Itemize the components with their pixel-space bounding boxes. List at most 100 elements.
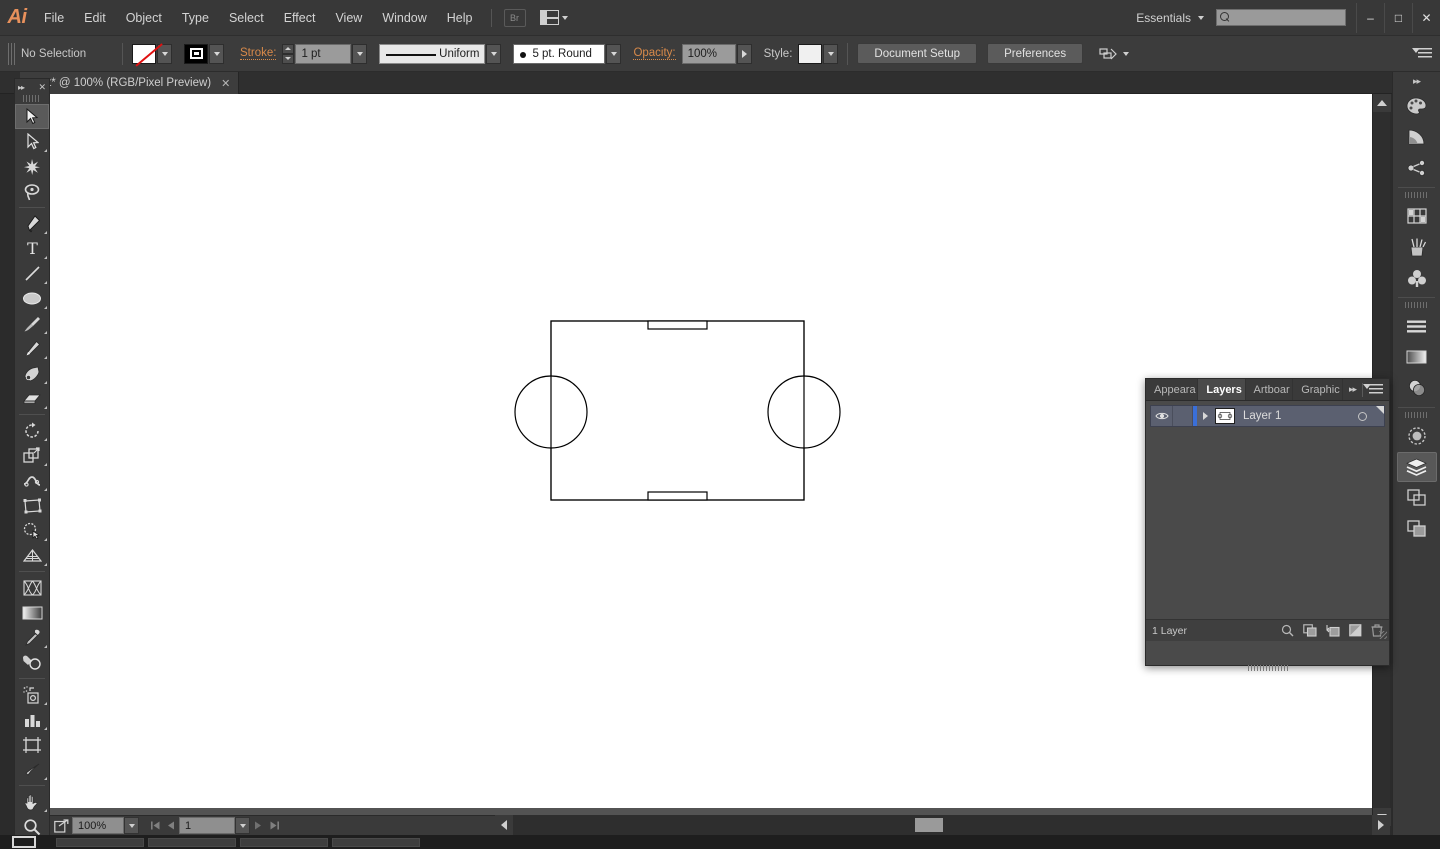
tab-appearance[interactable]: Appeara (1146, 379, 1199, 400)
align-panel-icon[interactable] (1397, 311, 1437, 341)
asset-export-panel-icon[interactable] (1397, 514, 1437, 544)
layer-disclosure-triangle[interactable] (1197, 412, 1213, 420)
stepper-down[interactable] (282, 53, 295, 64)
scroll-right-button[interactable] (1372, 815, 1390, 835)
gradient-tool[interactable] (15, 600, 49, 625)
tab-artboards[interactable]: Artboar (1246, 379, 1294, 400)
menu-window[interactable]: Window (372, 0, 436, 36)
opacity-flyout-button[interactable] (736, 43, 752, 64)
horizontal-scroll-thumb[interactable] (915, 818, 943, 832)
column-graph-tool[interactable] (15, 707, 49, 732)
hand-tool[interactable] (15, 789, 49, 814)
lasso-tool[interactable] (15, 179, 49, 204)
dock-collapse-button[interactable]: ▸▸ (1393, 72, 1440, 90)
rotate-tool[interactable] (15, 418, 49, 443)
scale-tool[interactable] (15, 443, 49, 468)
minimize-button[interactable]: – (1356, 2, 1384, 33)
stroke-profile-dropdown[interactable] (486, 43, 502, 64)
artboard-dropdown-button[interactable] (235, 817, 250, 834)
next-artboard-button[interactable] (250, 817, 266, 834)
eraser-tool[interactable] (15, 386, 49, 411)
menu-type[interactable]: Type (172, 0, 219, 36)
stroke-dropdown-button[interactable] (209, 43, 224, 64)
artboard-number-input[interactable]: 1 (179, 817, 235, 834)
menu-help[interactable]: Help (437, 0, 483, 36)
stroke-color-control[interactable] (184, 43, 224, 64)
appearance-panel-icon[interactable] (1397, 421, 1437, 451)
ellipse-tool[interactable] (15, 286, 49, 311)
document-setup-button[interactable]: Document Setup (857, 43, 978, 64)
pencil-tool[interactable] (15, 336, 49, 361)
preferences-button[interactable]: Preferences (987, 43, 1084, 64)
layers-panel[interactable]: Appeara Layers Artboar Graphic ▸▸ Layer … (1145, 378, 1390, 671)
close-button[interactable]: ✕ (1412, 2, 1440, 33)
opacity-label-link[interactable]: Opacity: (633, 47, 676, 60)
brush-definition-select[interactable]: 5 pt. Round (513, 43, 606, 64)
menu-effect[interactable]: Effect (274, 0, 326, 36)
taskbar-item[interactable] (332, 837, 420, 847)
transparency-panel-icon[interactable] (1397, 373, 1437, 403)
layers-list[interactable]: Layer 1 1 Layer (1146, 401, 1389, 641)
zoom-control[interactable]: 100% (72, 816, 139, 836)
document-tab[interactable]: t* @ 100% (RGB/Pixel Preview) ✕ (20, 72, 240, 94)
dock-group-grip[interactable] (1405, 412, 1428, 418)
magic-wand-tool[interactable] (15, 154, 49, 179)
direct-selection-tool[interactable] (15, 129, 49, 154)
panel-bottom-grip[interactable] (1247, 665, 1288, 671)
stroke-weight-input[interactable]: 1 pt (295, 43, 352, 64)
create-new-sublayer-icon[interactable] (1326, 624, 1340, 637)
stepper-up[interactable] (282, 43, 295, 54)
panel-menu-icon[interactable] (1363, 383, 1383, 396)
table-row[interactable]: Layer 1 (1150, 405, 1385, 427)
tab-overflow-icon[interactable]: ▸▸ (1349, 384, 1357, 395)
expand-icon[interactable]: ▸▸ (18, 83, 25, 92)
color-panel-icon[interactable] (1397, 91, 1437, 121)
tab-graphic-styles[interactable]: Graphic (1293, 379, 1343, 400)
close-icon[interactable]: ✕ (221, 77, 230, 90)
artboard-navigation[interactable]: 1 (147, 816, 282, 836)
dock-group-grip[interactable] (1405, 302, 1428, 308)
workspace-switcher[interactable]: Essentials (1124, 11, 1216, 25)
fill-color-control[interactable] (132, 43, 172, 64)
line-segment-tool[interactable] (15, 261, 49, 286)
width-tool[interactable] (15, 468, 49, 493)
horizontal-scrollbar[interactable] (495, 815, 1390, 835)
symbol-sprayer-tool[interactable] (15, 682, 49, 707)
locate-object-icon[interactable] (1281, 624, 1294, 637)
close-icon[interactable]: ✕ (38, 82, 46, 93)
eyedropper-tool[interactable] (15, 625, 49, 650)
menu-select[interactable]: Select (219, 0, 274, 36)
layers-panel-icon[interactable] (1396, 452, 1437, 482)
scroll-left-button[interactable] (495, 815, 513, 835)
maximize-button[interactable]: □ (1384, 2, 1412, 33)
pen-tool[interactable] (15, 211, 49, 236)
zoom-input[interactable]: 100% (72, 817, 124, 834)
layer-target-indicator[interactable] (1350, 411, 1374, 421)
panel-menu-icon[interactable] (1412, 47, 1432, 60)
fill-swatch[interactable] (132, 43, 156, 64)
artboard-tool[interactable] (15, 732, 49, 757)
paintbrush-tool[interactable] (15, 311, 49, 336)
opacity-input[interactable]: 100% (681, 43, 736, 64)
perspective-grid-tool[interactable] (15, 543, 49, 568)
layer-lock-toggle[interactable] (1173, 406, 1193, 426)
mesh-tool[interactable] (15, 575, 49, 600)
scroll-up-button[interactable] (1373, 94, 1391, 112)
stroke-weight-dropdown[interactable] (352, 43, 368, 64)
menu-edit[interactable]: Edit (74, 0, 116, 36)
graphic-style-dropdown[interactable] (823, 43, 839, 64)
control-bar-grip[interactable] (8, 42, 15, 65)
type-tool[interactable]: T (15, 236, 49, 261)
edit-colors-panel-icon[interactable] (1397, 153, 1437, 183)
dock-group-grip[interactable] (1405, 192, 1428, 198)
layer-visibility-toggle[interactable] (1151, 406, 1173, 426)
slice-tool[interactable] (15, 757, 49, 782)
create-new-layer-icon[interactable] (1349, 624, 1362, 637)
gradient-panel-icon[interactable] (1397, 342, 1437, 372)
stroke-swatch[interactable] (184, 43, 208, 64)
export-selection-button[interactable] (50, 818, 72, 833)
make-clipping-mask-icon[interactable] (1303, 624, 1317, 637)
free-transform-tool[interactable] (15, 493, 49, 518)
stroke-profile-select[interactable]: Uniform (379, 43, 486, 64)
brush-definition-dropdown[interactable] (606, 43, 622, 64)
